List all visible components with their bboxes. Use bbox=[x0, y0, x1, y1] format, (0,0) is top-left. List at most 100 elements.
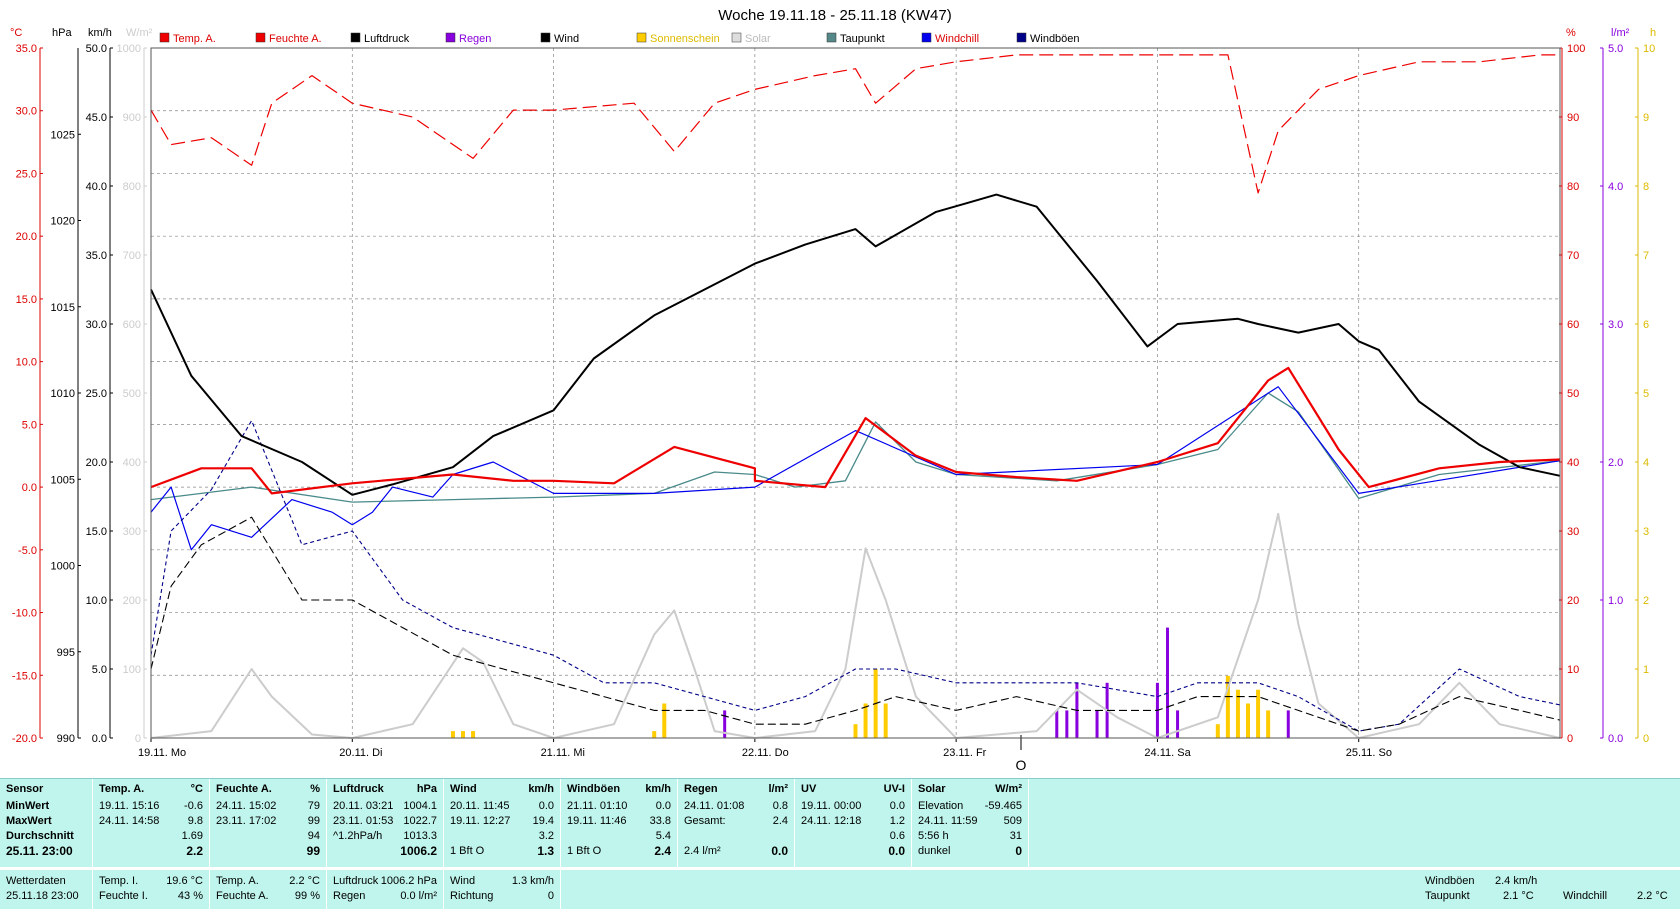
legend-label: Temp. A. bbox=[173, 33, 216, 45]
sunshine-bar bbox=[652, 731, 657, 738]
stats-column-regen: Regen l/m² 24.11. 01:08 0.8 Gesamt: 2.4 2.4 l/… bbox=[678, 779, 795, 867]
stats-time: 24.11. 14:58 bbox=[99, 815, 160, 827]
right-axis-tick-label: 90 bbox=[1567, 112, 1579, 124]
stats-unit: W/m² bbox=[995, 783, 1022, 795]
current-label: Regen bbox=[333, 890, 366, 902]
rain-bar bbox=[1095, 710, 1099, 738]
series-lines bbox=[150, 54, 1561, 739]
stats-header: UV bbox=[801, 783, 817, 795]
left-axis-unit: °C bbox=[10, 27, 22, 39]
stats-time: 24.11. 11:59 bbox=[918, 815, 978, 827]
stats-time: 2.4 l/m² bbox=[684, 845, 721, 857]
stats-column-sensor: Sensor MinWert MaxWert Durchschnitt 25.11. 2… bbox=[0, 779, 93, 867]
stats-unit: km/h bbox=[528, 783, 554, 795]
left-axis-tick-label: 0.0 bbox=[92, 733, 107, 745]
left-axis-tick-label: 800 bbox=[123, 181, 141, 193]
left-axis-tick-label: 20.0 bbox=[16, 231, 37, 243]
left-axes: °C 35.0 30.0 25.0 20.0 15.0 10.0 5.0 0.0 -5.0 -10.… bbox=[10, 27, 153, 745]
right-axes: %1009080706050403020100l/m²5.04.03.02.01… bbox=[1559, 27, 1656, 745]
stats-value: 9.8 bbox=[187, 815, 203, 827]
current-label: Taupunkt bbox=[1425, 890, 1470, 902]
stats-table: Sensor MinWert MaxWert Durchschnitt 25.11. 2… bbox=[0, 778, 1680, 867]
right-axis-tick-label: 0.0 bbox=[1608, 733, 1623, 745]
stats-value: 99 bbox=[306, 844, 320, 858]
current-data-table: Wetterdaten 25.11.18 23:00 Temp. I. Feuchte… bbox=[0, 870, 1680, 909]
stats-value: 1022.7 bbox=[403, 815, 437, 827]
left-axis-tick-label: 1005 bbox=[51, 474, 75, 486]
stats-column-feuchte: Feuchte A.% 24.11. 15:02 79 23.11. 17:02 99 9… bbox=[210, 779, 327, 867]
stats-value: 79 bbox=[307, 800, 320, 812]
left-axis-tick-label: 40.0 bbox=[86, 181, 107, 193]
left-axis-tick-label: 300 bbox=[123, 526, 141, 538]
legend-swatch bbox=[445, 32, 456, 43]
left-axis-tick-label: -15.0 bbox=[12, 670, 37, 682]
stats-header: Sensor bbox=[6, 783, 44, 795]
series-windchill bbox=[150, 386, 1561, 551]
stats-value: 2.4 bbox=[654, 844, 671, 858]
left-axis-tick-label: 1000 bbox=[51, 561, 75, 573]
stats-value: 1.69 bbox=[181, 830, 203, 842]
current-label: Windböen bbox=[1425, 875, 1475, 887]
left-axis-tick-label: 25.0 bbox=[16, 168, 37, 180]
right-axis-tick-label: 4 bbox=[1643, 457, 1649, 469]
right-axis-tick-label: 1.0 bbox=[1608, 595, 1623, 607]
sunshine-bar bbox=[863, 703, 868, 738]
current-value: 2.2 °C bbox=[289, 875, 320, 887]
left-axis-tick-label: 45.0 bbox=[86, 112, 107, 124]
plot-frame bbox=[150, 47, 1561, 739]
current-value: 1.3 km/h bbox=[511, 875, 554, 887]
stats-value: 99 bbox=[307, 815, 320, 827]
series-windböen bbox=[150, 420, 1561, 732]
sunshine-bar bbox=[471, 731, 476, 738]
rain-bar bbox=[1055, 710, 1059, 738]
stats-value: 0.0 bbox=[538, 800, 554, 812]
left-axis-tick-label: 10.0 bbox=[16, 357, 37, 369]
right-axis-tick-label: 5.0 bbox=[1608, 43, 1623, 55]
current-value: 19.6 °C bbox=[166, 875, 203, 887]
stats-value: 1013.3 bbox=[403, 830, 437, 842]
right-axis-tick-label: 4.0 bbox=[1608, 181, 1623, 193]
series-feuchte-a bbox=[150, 54, 1560, 194]
legend-swatch bbox=[1016, 32, 1027, 43]
rain-bar bbox=[1065, 710, 1069, 738]
legend-swatch bbox=[731, 32, 742, 43]
legend-label: Feuchte A. bbox=[269, 33, 322, 45]
right-axis-tick-label: 2.0 bbox=[1608, 457, 1623, 469]
left-axis-tick-label: 990 bbox=[57, 733, 75, 745]
current-right-column: Windböen 2.4 km/h Taupunkt 2.1 °C Windchill 2… bbox=[561, 870, 1680, 909]
right-axis-tick-label: 3 bbox=[1643, 526, 1649, 538]
stats-time: 20.11. 11:45 bbox=[450, 800, 510, 812]
current-value: 0 bbox=[547, 890, 554, 902]
legend-swatch bbox=[350, 32, 361, 43]
stats-header: Regen bbox=[684, 783, 718, 795]
left-axis-tick-label: 0.0 bbox=[22, 482, 37, 494]
left-axis-tick-label: 5.0 bbox=[22, 419, 37, 431]
stats-time: 24.11. 01:08 bbox=[684, 800, 745, 812]
left-axis-tick-label: 25.0 bbox=[86, 388, 107, 400]
right-axis-tick-label: 50 bbox=[1567, 388, 1579, 400]
weather-chart: Woche 19.11.18 - 25.11.18 (KW47) Temp. A… bbox=[10, 7, 1656, 773]
stats-value: 0.6 bbox=[889, 830, 905, 842]
right-axis-tick-label: 10 bbox=[1567, 664, 1579, 676]
stats-header: Feuchte A. bbox=[216, 783, 272, 795]
stats-row-label: MaxWert bbox=[6, 815, 52, 827]
legend-label: Solar bbox=[745, 33, 771, 45]
right-axis-tick-label: 20 bbox=[1567, 595, 1579, 607]
stats-column-wind: Wind km/h 20.11. 11:45 0.0 19.11. 12:27 19.4 3… bbox=[444, 779, 561, 867]
left-axis-tick-label: 10.0 bbox=[86, 595, 107, 607]
right-axis-tick-label: 1 bbox=[1643, 664, 1649, 676]
left-axis-unit: hPa bbox=[52, 27, 72, 39]
stats-value: 1.3 bbox=[537, 844, 554, 858]
left-axis-tick-label: 15.0 bbox=[86, 526, 107, 538]
left-axis-tick-label: 1010 bbox=[51, 388, 75, 400]
stats-column-temp: Temp. A. °C 19.11. 15:16 -0.6 24.11. 14:58 9.… bbox=[93, 779, 210, 867]
left-axis-tick-label: 500 bbox=[123, 388, 141, 400]
x-tick-label: 21.11. Mi bbox=[541, 747, 585, 759]
right-axis-tick-label: 100 bbox=[1567, 43, 1585, 55]
stats-time: Gesamt: bbox=[684, 815, 726, 827]
stats-value: 33.8 bbox=[649, 815, 671, 827]
current-label: Wetterdaten bbox=[6, 875, 66, 887]
grid bbox=[151, 47, 1560, 739]
series-solar bbox=[150, 512, 1561, 739]
legend-swatch bbox=[255, 32, 266, 43]
